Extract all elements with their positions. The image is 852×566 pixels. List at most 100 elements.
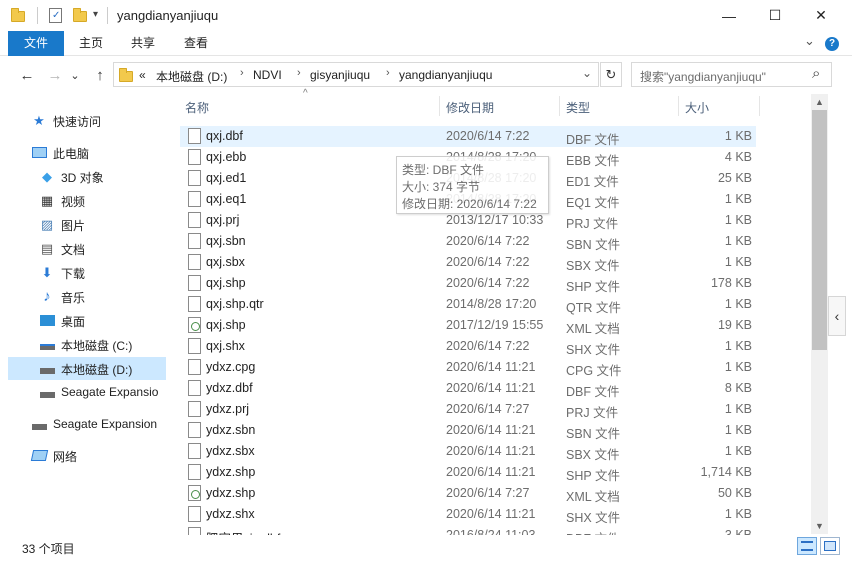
breadcrumb-yangdianyanjiuqu[interactable]: yangdianyanjiuqu (399, 68, 492, 82)
maximize-button[interactable]: ☐ (752, 0, 798, 31)
folder-icon (11, 8, 25, 22)
column-divider[interactable] (439, 96, 440, 116)
nav-pictures[interactable]: ▨ 图片 (8, 213, 166, 236)
breadcrumb-gisyanjiuqu[interactable]: gisyanjiuqu (310, 68, 370, 82)
quick-access-dropdown-icon[interactable]: ▾ (93, 9, 98, 20)
file-row[interactable]: ydxz.cpg 2020/6/14 11:21 CPG 文件 1 KB (180, 357, 756, 378)
computer-icon (31, 145, 47, 160)
nav-label: 网络 (53, 450, 78, 464)
breadcrumb-drive-d[interactable]: 本地磁盘 (D:) (156, 68, 227, 85)
file-icon (188, 296, 201, 312)
folder-icon (119, 68, 133, 82)
address-dropdown-icon[interactable]: ⌄ (582, 66, 592, 80)
preview-pane-toggle-button[interactable]: ‹ (828, 296, 846, 336)
file-icon (188, 443, 201, 459)
file-row[interactable]: ydxz.sbx 2020/6/14 11:21 SBX 文件 1 KB (180, 441, 756, 462)
column-divider[interactable] (559, 96, 560, 116)
column-header-name[interactable]: 名称 (185, 99, 209, 123)
nav-quick-access[interactable]: ★ 快速访问 (8, 109, 166, 132)
file-date: 2014/8/28 17:20 (446, 297, 537, 311)
file-date: 2013/12/17 10:33 (446, 213, 544, 227)
back-button[interactable]: ← (16, 64, 38, 86)
forward-button[interactable]: → (44, 64, 66, 86)
file-row[interactable]: ydxz.shp 2020/6/14 11:21 SHP 文件 1,714 KB (180, 462, 756, 483)
large-icons-view-button[interactable] (820, 537, 840, 555)
file-row[interactable]: qxj.shx 2020/6/14 7:22 SHX 文件 1 KB (180, 336, 756, 357)
help-icon[interactable]: ? (825, 37, 839, 51)
scroll-thumb[interactable] (812, 110, 827, 350)
expand-ribbon-icon[interactable]: ⌄ (804, 33, 815, 49)
file-icon (188, 422, 201, 438)
nav-documents[interactable]: ▤ 文档 (8, 237, 166, 260)
column-header-type[interactable]: 类型 (566, 99, 590, 123)
scroll-up-button[interactable]: ▲ (811, 94, 828, 110)
file-size: 1 KB (724, 360, 752, 374)
file-icon (188, 149, 201, 165)
search-input[interactable]: 搜索"yangdianyanjiuqu" ⌕ (631, 62, 832, 87)
file-size: 1 KB (724, 339, 752, 353)
nav-this-pc[interactable]: 此电脑 (8, 141, 166, 164)
file-row[interactable]: qxj.shp 2017/12/19 15:55 XML 文档 19 KB (180, 315, 756, 336)
properties-icon[interactable]: ✓ (49, 8, 62, 23)
column-divider[interactable] (759, 96, 760, 116)
picture-icon: ▨ (40, 216, 54, 232)
file-row[interactable]: qxj.dbf 2020/6/14 7:22 DBF 文件 1 KB (180, 126, 756, 147)
file-row[interactable]: ydxz.shp 2020/6/14 7:27 XML 文档 50 KB (180, 483, 756, 504)
nav-network[interactable]: 网络 (8, 444, 166, 467)
breadcrumb-separator-icon[interactable]: › (240, 67, 244, 79)
close-button[interactable]: ✕ (798, 0, 844, 31)
title-bar: ✓ ▾ yangdianyanjiuqu — ☐ ✕ (0, 0, 852, 31)
file-row[interactable]: ydxz.shx 2020/6/14 11:21 SHX 文件 1 KB (180, 504, 756, 525)
nav-drive-d[interactable]: 本地磁盘 (D:) (8, 357, 166, 380)
file-type: EQ1 文件 (566, 196, 620, 210)
nav-label: 下载 (61, 267, 86, 281)
nav-downloads[interactable]: ⬇ 下载 (8, 261, 166, 284)
nav-label: 文档 (61, 243, 86, 257)
nav-drive-c[interactable]: 本地磁盘 (C:) (8, 333, 166, 356)
new-folder-icon[interactable] (73, 8, 87, 22)
file-date: 2020/6/14 7:22 (446, 339, 530, 353)
file-row[interactable]: ydxz.dbf 2020/6/14 11:21 DBF 文件 8 KB (180, 378, 756, 399)
nav-3d-objects[interactable]: ◆ 3D 对象 (8, 165, 166, 188)
file-row[interactable]: qxj.shp 2020/6/14 7:22 SHP 文件 178 KB (180, 273, 756, 294)
file-type: DBF 文件 (566, 528, 619, 535)
star-icon: ★ (33, 112, 45, 128)
breadcrumb-overflow[interactable]: « (139, 68, 146, 82)
minimize-button[interactable]: — (706, 0, 752, 31)
large-icons-view-icon (824, 541, 836, 551)
file-row[interactable]: ydxz.sbn 2020/6/14 11:21 SBN 文件 1 KB (180, 420, 756, 441)
file-name: qxj.shx (206, 339, 245, 353)
breadcrumb-separator-icon[interactable]: › (297, 67, 301, 79)
breadcrumb-separator-icon[interactable]: › (386, 67, 390, 79)
file-row[interactable]: qxj.shp.qtr 2014/8/28 17:20 QTR 文件 1 KB (180, 294, 756, 315)
up-button[interactable]: ↑ (89, 64, 111, 86)
sort-arrow-icon: ^ (303, 88, 308, 99)
nav-seagate-2[interactable]: Seagate Expansion (8, 413, 166, 436)
tab-share[interactable]: 共享 (122, 31, 164, 56)
file-type: SHP 文件 (566, 280, 620, 294)
refresh-button[interactable]: ↻ (600, 62, 622, 87)
file-row[interactable]: ydxz.prj 2020/6/14 7:27 PRJ 文件 1 KB (180, 399, 756, 420)
column-divider[interactable] (678, 96, 679, 116)
search-icon[interactable]: ⌕ (812, 65, 820, 82)
tab-file[interactable]: 文件 (8, 31, 64, 56)
file-row[interactable]: qxj.sbn 2020/6/14 7:22 SBN 文件 1 KB (180, 231, 756, 252)
nav-desktop[interactable]: 桌面 (8, 309, 166, 332)
recent-locations-button[interactable]: ⌄ (68, 64, 82, 86)
scroll-down-button[interactable]: ▼ (811, 518, 828, 534)
nav-seagate-1[interactable]: Seagate Expansio (8, 381, 166, 404)
details-view-button[interactable] (797, 537, 817, 555)
tab-home[interactable]: 主页 (70, 31, 112, 56)
file-tooltip: 类型: DBF 文件 大小: 374 字节 修改日期: 2020/6/14 7:… (396, 156, 549, 214)
file-name: ydxz.shp (206, 465, 256, 479)
column-header-size[interactable]: 大小 (685, 99, 709, 123)
column-header-date[interactable]: 修改日期 (446, 99, 494, 123)
nav-music[interactable]: ♪ 音乐 (8, 285, 166, 308)
address-bar[interactable]: « 本地磁盘 (D:) › NDVI › gisyanjiuqu › yangd… (113, 62, 599, 87)
file-type: SHX 文件 (566, 343, 621, 357)
file-row[interactable]: 腮定果xin.dbf 2016/8/24 11:03 DBF 文件 3 KB (180, 525, 756, 535)
file-row[interactable]: qxj.sbx 2020/6/14 7:22 SBX 文件 1 KB (180, 252, 756, 273)
nav-videos[interactable]: ▦ 视频 (8, 189, 166, 212)
tab-view[interactable]: 查看 (175, 31, 217, 56)
breadcrumb-ndvi[interactable]: NDVI (253, 68, 282, 82)
